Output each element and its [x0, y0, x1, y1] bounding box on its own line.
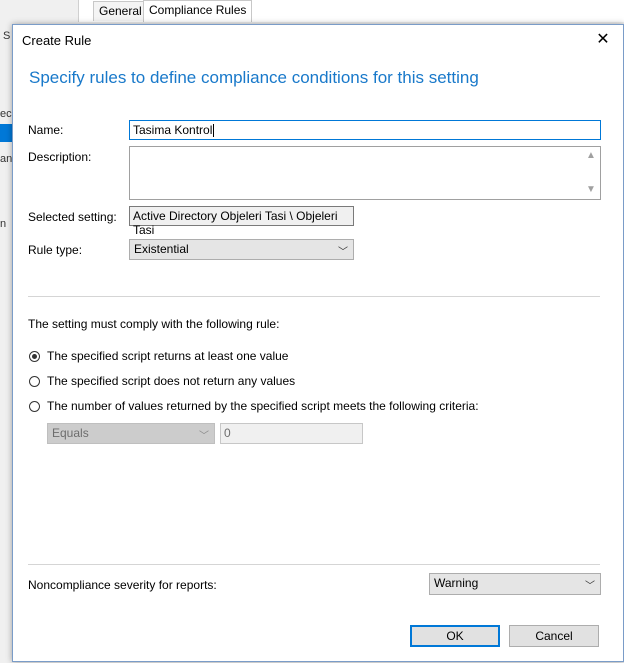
- radio-button[interactable]: [29, 400, 40, 412]
- description-label: Description:: [28, 150, 92, 164]
- selected-setting-label: Selected setting:: [28, 210, 117, 224]
- name-input-value: Tasima Kontrol: [133, 123, 213, 137]
- radio-selected-dot: [32, 353, 37, 359]
- background-text-fragment: an: [0, 153, 13, 165]
- name-input[interactable]: Tasima Kontrol: [129, 120, 601, 140]
- text-caret: [213, 124, 215, 138]
- radio-button[interactable]: [29, 350, 40, 362]
- ok-button[interactable]: OK: [410, 625, 500, 647]
- tab-compliance-rules[interactable]: Compliance Rules: [143, 0, 253, 22]
- radio-button[interactable]: [29, 375, 40, 387]
- rule-type-value: Existential: [134, 242, 189, 256]
- radio-option-criteria[interactable]: The number of values returned by the spe…: [29, 398, 479, 414]
- severity-dropdown[interactable]: Warning ﹀: [429, 573, 601, 595]
- description-scrollbar[interactable]: ▲ ▼: [583, 148, 599, 198]
- criteria-value-input[interactable]: 0: [220, 423, 363, 444]
- severity-value: Warning: [434, 576, 479, 590]
- severity-label: Noncompliance severity for reports:: [28, 578, 217, 592]
- dialog-titlebar[interactable]: Create Rule ✕: [13, 25, 623, 55]
- background-tab-strip: General Compliance Rules: [78, 0, 624, 22]
- scroll-up-icon[interactable]: ▲: [583, 148, 599, 164]
- background-text-fragment: S: [3, 30, 11, 42]
- tab-general[interactable]: General: [93, 1, 148, 21]
- background-text-fragment: ec: [0, 108, 12, 120]
- cancel-button[interactable]: Cancel: [509, 625, 599, 647]
- scroll-down-icon[interactable]: ▼: [583, 182, 599, 198]
- separator: [28, 564, 600, 566]
- dialog-title: Create Rule: [22, 33, 92, 48]
- description-textarea[interactable]: ▲ ▼: [129, 146, 601, 200]
- close-icon: ✕: [596, 31, 610, 48]
- separator: [28, 296, 600, 298]
- name-label: Name:: [28, 123, 64, 137]
- selected-setting-field: Active Directory Objeleri Tasi \ Objeler…: [129, 206, 354, 237]
- dialog-heading: Specify rules to define compliance condi…: [29, 68, 479, 87]
- criteria-operator-dropdown[interactable]: Equals ﹀: [47, 423, 215, 444]
- rule-type-label: Rule type:: [28, 243, 83, 257]
- background-text-fragment: n: [0, 218, 7, 230]
- close-button[interactable]: ✕: [589, 28, 617, 52]
- radio-option-label: The specified script returns at least on…: [47, 349, 289, 363]
- chevron-down-icon: ﹀: [585, 581, 595, 592]
- radio-option-label: The specified script does not return any…: [47, 374, 296, 388]
- radio-option-returns-value[interactable]: The specified script returns at least on…: [29, 348, 288, 364]
- radio-option-label: The number of values returned by the spe…: [47, 399, 479, 413]
- chevron-down-icon: ﹀: [199, 431, 209, 442]
- comply-label: The setting must comply with the followi…: [28, 317, 280, 331]
- create-rule-dialog: Create Rule ✕ Specify rules to define co…: [12, 24, 624, 662]
- radio-option-no-values[interactable]: The specified script does not return any…: [29, 373, 295, 389]
- chevron-down-icon: ﹀: [338, 247, 348, 258]
- criteria-operator-value: Equals: [52, 426, 89, 440]
- rule-type-dropdown[interactable]: Existential ﹀: [129, 239, 354, 260]
